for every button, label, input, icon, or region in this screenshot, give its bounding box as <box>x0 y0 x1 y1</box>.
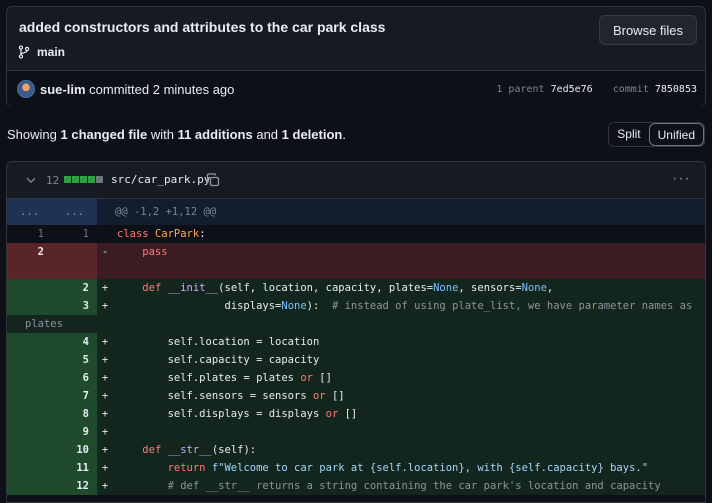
code-line: # def __str__ returns a string containin… <box>117 480 661 492</box>
old-line-number[interactable]: 2 <box>7 243 52 261</box>
commit-time: 2 minutes ago <box>152 82 235 97</box>
diff-line-added[interactable]: 10 + def __str__(self): <box>7 441 705 459</box>
expand-up-icon[interactable]: ... <box>7 199 52 225</box>
diff-view-toggle: Split Unified <box>608 122 705 147</box>
new-line-number[interactable]: 11 <box>52 459 97 477</box>
commit-meta: sue-lim committed 2 minutes ago 1 parent… <box>7 70 705 107</box>
diff-line-added[interactable]: 9 + <box>7 423 705 441</box>
split-view-button[interactable]: Split <box>609 123 649 146</box>
file-path-link[interactable]: src/car_park.py <box>111 173 210 186</box>
author-link[interactable]: sue-lim <box>40 82 86 97</box>
code-line: self.plates = plates or [] <box>117 372 332 384</box>
diff-line-added[interactable]: 11 + return f"Welcome to car park at {se… <box>7 459 705 477</box>
new-line-number[interactable]: 8 <box>52 405 97 423</box>
avatar[interactable] <box>17 80 35 98</box>
diff-line-wrapped: plates <box>7 315 705 333</box>
diff-line-added[interactable]: 8 + self.displays = displays or [] <box>7 405 705 423</box>
diff-marker: + <box>101 282 109 294</box>
changed-files-count[interactable]: 1 changed file <box>61 127 148 142</box>
diff-line-added[interactable]: 6 + self.plates = plates or [] <box>7 369 705 387</box>
branch-name: main <box>37 45 66 59</box>
diff-marker: + <box>101 390 109 402</box>
commit-label: commit <box>612 84 649 95</box>
copy-icon[interactable] <box>205 172 221 188</box>
hunk-header-row[interactable]: ... ... @@ -1,2 +1,12 @@ <box>7 199 705 225</box>
unified-view-button[interactable]: Unified <box>648 123 704 146</box>
diff-marker: + <box>101 462 109 474</box>
commit-hash: 7850853 <box>654 84 697 95</box>
diff-line-deleted[interactable]: 2 - pass <box>7 243 705 261</box>
diff-marker: + <box>101 480 109 492</box>
browse-files-button[interactable]: Browse files <box>599 15 697 45</box>
commit-action: committed <box>89 82 150 97</box>
diffstat-bar <box>64 176 103 183</box>
change-count: 12 <box>46 174 60 187</box>
diff-line-added[interactable]: 2 + def __init__(self, location, capacit… <box>7 279 705 297</box>
new-line-number[interactable]: 7 <box>52 387 97 405</box>
additions-count: 11 additions <box>177 127 253 142</box>
diff-line-added[interactable]: 7 + self.sensors = sensors or [] <box>7 387 705 405</box>
diff-marker: + <box>101 426 109 438</box>
parent-label: 1 parent <box>496 84 545 95</box>
new-line-number[interactable]: 2 <box>52 279 97 297</box>
more-options-icon[interactable]: ··· <box>672 171 691 187</box>
code-line-wrap: plates <box>25 318 63 330</box>
expand-down-icon[interactable]: ... <box>52 199 97 225</box>
parent-info: 1 parent 7ed5e76 commit 7850853 <box>496 84 697 95</box>
commit-header: added constructors and attributes to the… <box>6 6 706 107</box>
code-line: self.sensors = sensors or [] <box>117 390 345 402</box>
code-line: pass <box>117 246 168 258</box>
commit-title: added constructors and attributes to the… <box>19 19 386 35</box>
parent-hash-link[interactable]: 7ed5e76 <box>551 84 593 95</box>
diff-marker: + <box>101 300 109 312</box>
new-line-number[interactable]: 12 <box>52 477 97 495</box>
new-line-number[interactable]: 4 <box>52 333 97 351</box>
file-diff: 12 src/car_park.py ··· ... ... @@ -1,2 +… <box>6 161 706 503</box>
hunk-header: @@ -1,2 +1,12 @@ <box>115 206 217 218</box>
deletions-count: 1 deletion <box>281 127 343 142</box>
diff-summary: Showing 1 changed file with 11 additions… <box>7 127 346 142</box>
diff-line-added[interactable]: 4 + self.location = location <box>7 333 705 351</box>
author-line: sue-lim committed 2 minutes ago <box>40 82 234 97</box>
new-line-number[interactable]: 6 <box>52 369 97 387</box>
code-line: self.capacity = capacity <box>117 354 320 366</box>
chevron-down-icon[interactable] <box>24 173 38 187</box>
branch-indicator[interactable]: main <box>17 45 65 59</box>
code-line: class CarPark: <box>117 228 206 240</box>
diff-marker: + <box>101 408 109 420</box>
diff-marker: - <box>101 246 109 258</box>
code-line: displays=None): # instead of using plate… <box>117 300 693 312</box>
diff-line[interactable]: 1 1 class CarPark: <box>7 225 705 243</box>
code-line: def __init__(self, location, capacity, p… <box>142 282 554 294</box>
git-branch-icon <box>18 45 30 59</box>
code-line: self.displays = displays or [] <box>117 408 358 420</box>
diff-marker: + <box>101 444 109 456</box>
diff-marker: + <box>101 372 109 384</box>
code-line: self.location = location <box>117 336 320 348</box>
new-line-number[interactable]: 3 <box>52 297 97 315</box>
new-line-number[interactable]: 1 <box>52 225 97 243</box>
code-line: def __str__(self): <box>142 444 257 456</box>
diff-line-added[interactable]: 3 + displays=None): # instead of using p… <box>7 297 705 315</box>
no-newline-row <box>7 261 705 295</box>
diff-marker: + <box>101 354 109 366</box>
code-line: return f"Welcome to car park at {self.lo… <box>167 462 649 474</box>
file-header: 12 src/car_park.py ··· <box>7 162 705 199</box>
new-line-number[interactable]: 5 <box>52 351 97 369</box>
diff-line-added[interactable]: 5 + self.capacity = capacity <box>7 351 705 369</box>
new-line-number[interactable]: 10 <box>52 441 97 459</box>
new-line-number[interactable]: 9 <box>52 423 97 441</box>
diff-marker: + <box>101 336 109 348</box>
diff-line-added[interactable]: 12 + # def __str__ returns a string cont… <box>7 477 705 495</box>
diff-table: ... ... @@ -1,2 +1,12 @@ 1 1 class CarPa… <box>7 199 705 495</box>
old-line-number[interactable]: 1 <box>7 225 52 243</box>
